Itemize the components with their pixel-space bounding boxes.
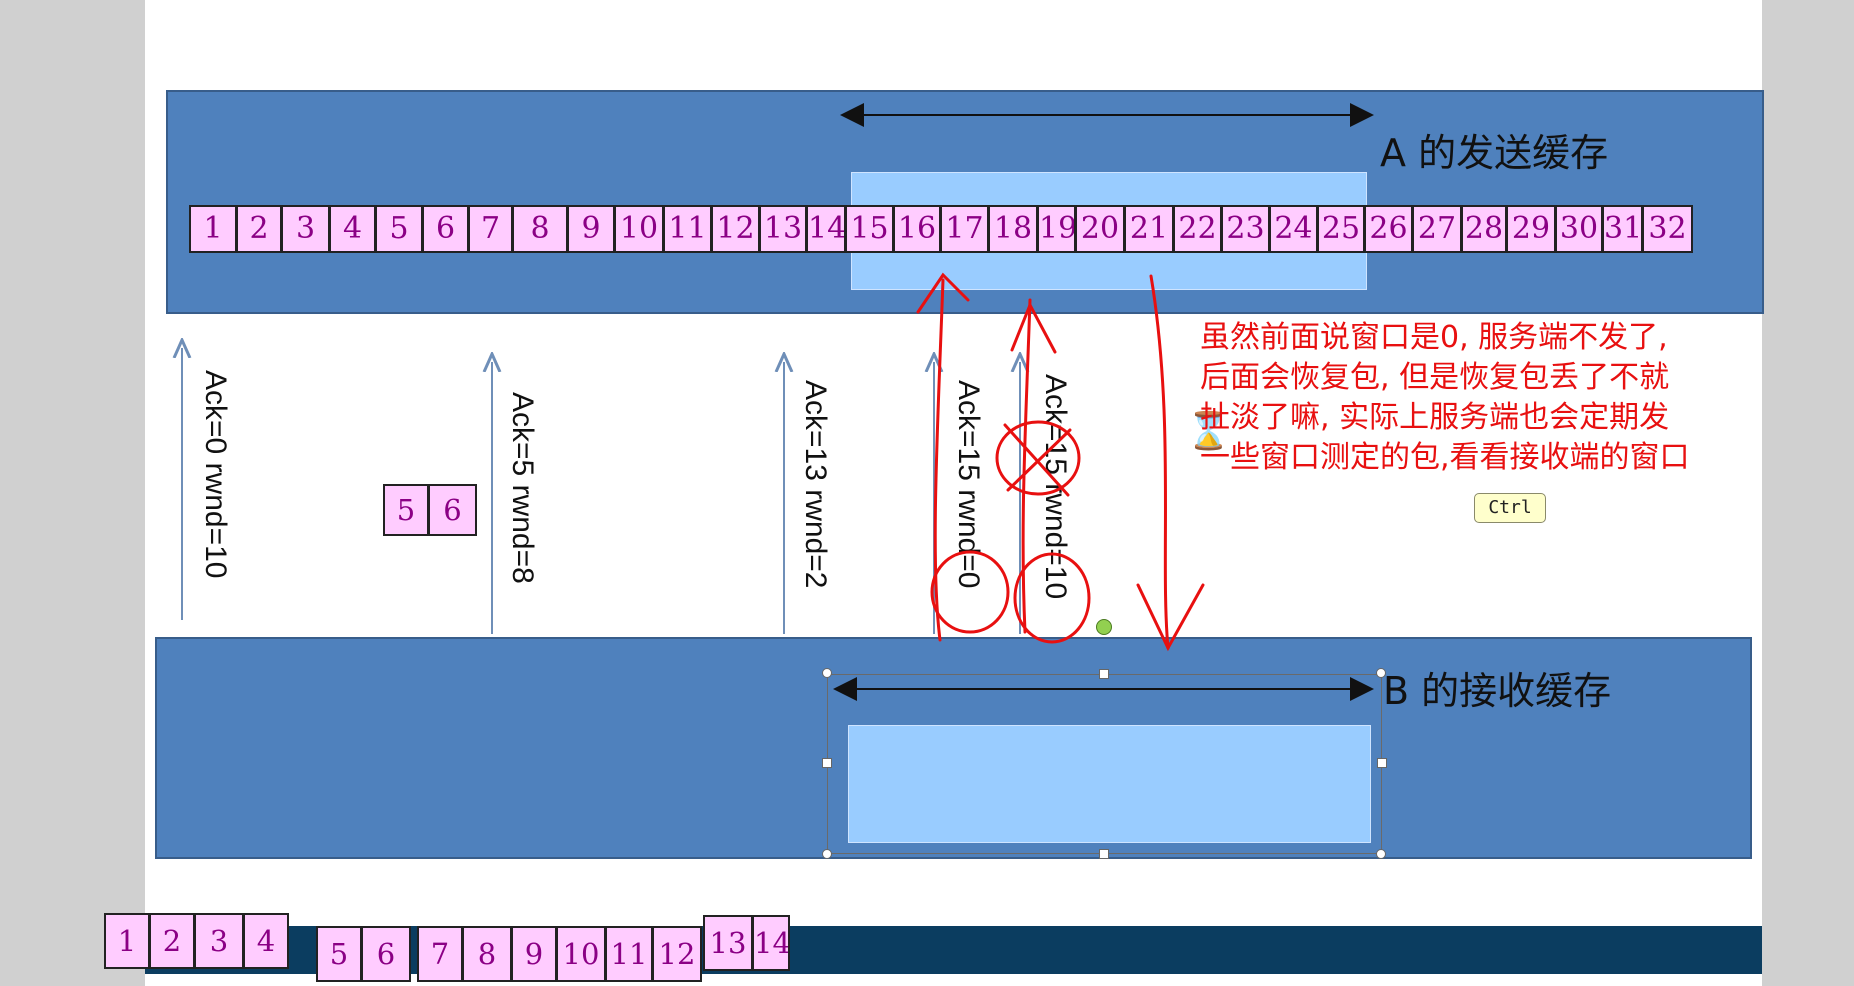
cross-mark bbox=[1003, 423, 1072, 497]
annotation-line: 扯淡了嘛, 实际上服务端也会定期发 bbox=[1200, 400, 1670, 435]
ctrl-key-badge: Ctrl bbox=[1474, 493, 1546, 523]
annotation-line: 一些窗口测定的包,看看接收端的窗口 bbox=[1200, 440, 1690, 475]
red-up-arrow-1 bbox=[933, 278, 945, 642]
handwritten-marks bbox=[916, 272, 1205, 652]
annotation-line: 虽然前面说窗口是0, 服务端不发了, bbox=[1200, 320, 1668, 355]
annotation-line: 后面会恢复包, 但是恢复包丢了不就 bbox=[1200, 360, 1670, 395]
circle-rwnd0 bbox=[930, 550, 1010, 634]
ack-arrows bbox=[182, 348, 1020, 634]
red-annotation: 虽然前面说窗口是0, 服务端不发了, 后面会恢复包, 但是恢复包丢了不就 扯淡了… bbox=[1200, 318, 1820, 478]
annotation-overlay bbox=[0, 103, 1374, 701]
circle-rwnd10 bbox=[1013, 552, 1091, 644]
red-down-arrow bbox=[1149, 274, 1170, 650]
